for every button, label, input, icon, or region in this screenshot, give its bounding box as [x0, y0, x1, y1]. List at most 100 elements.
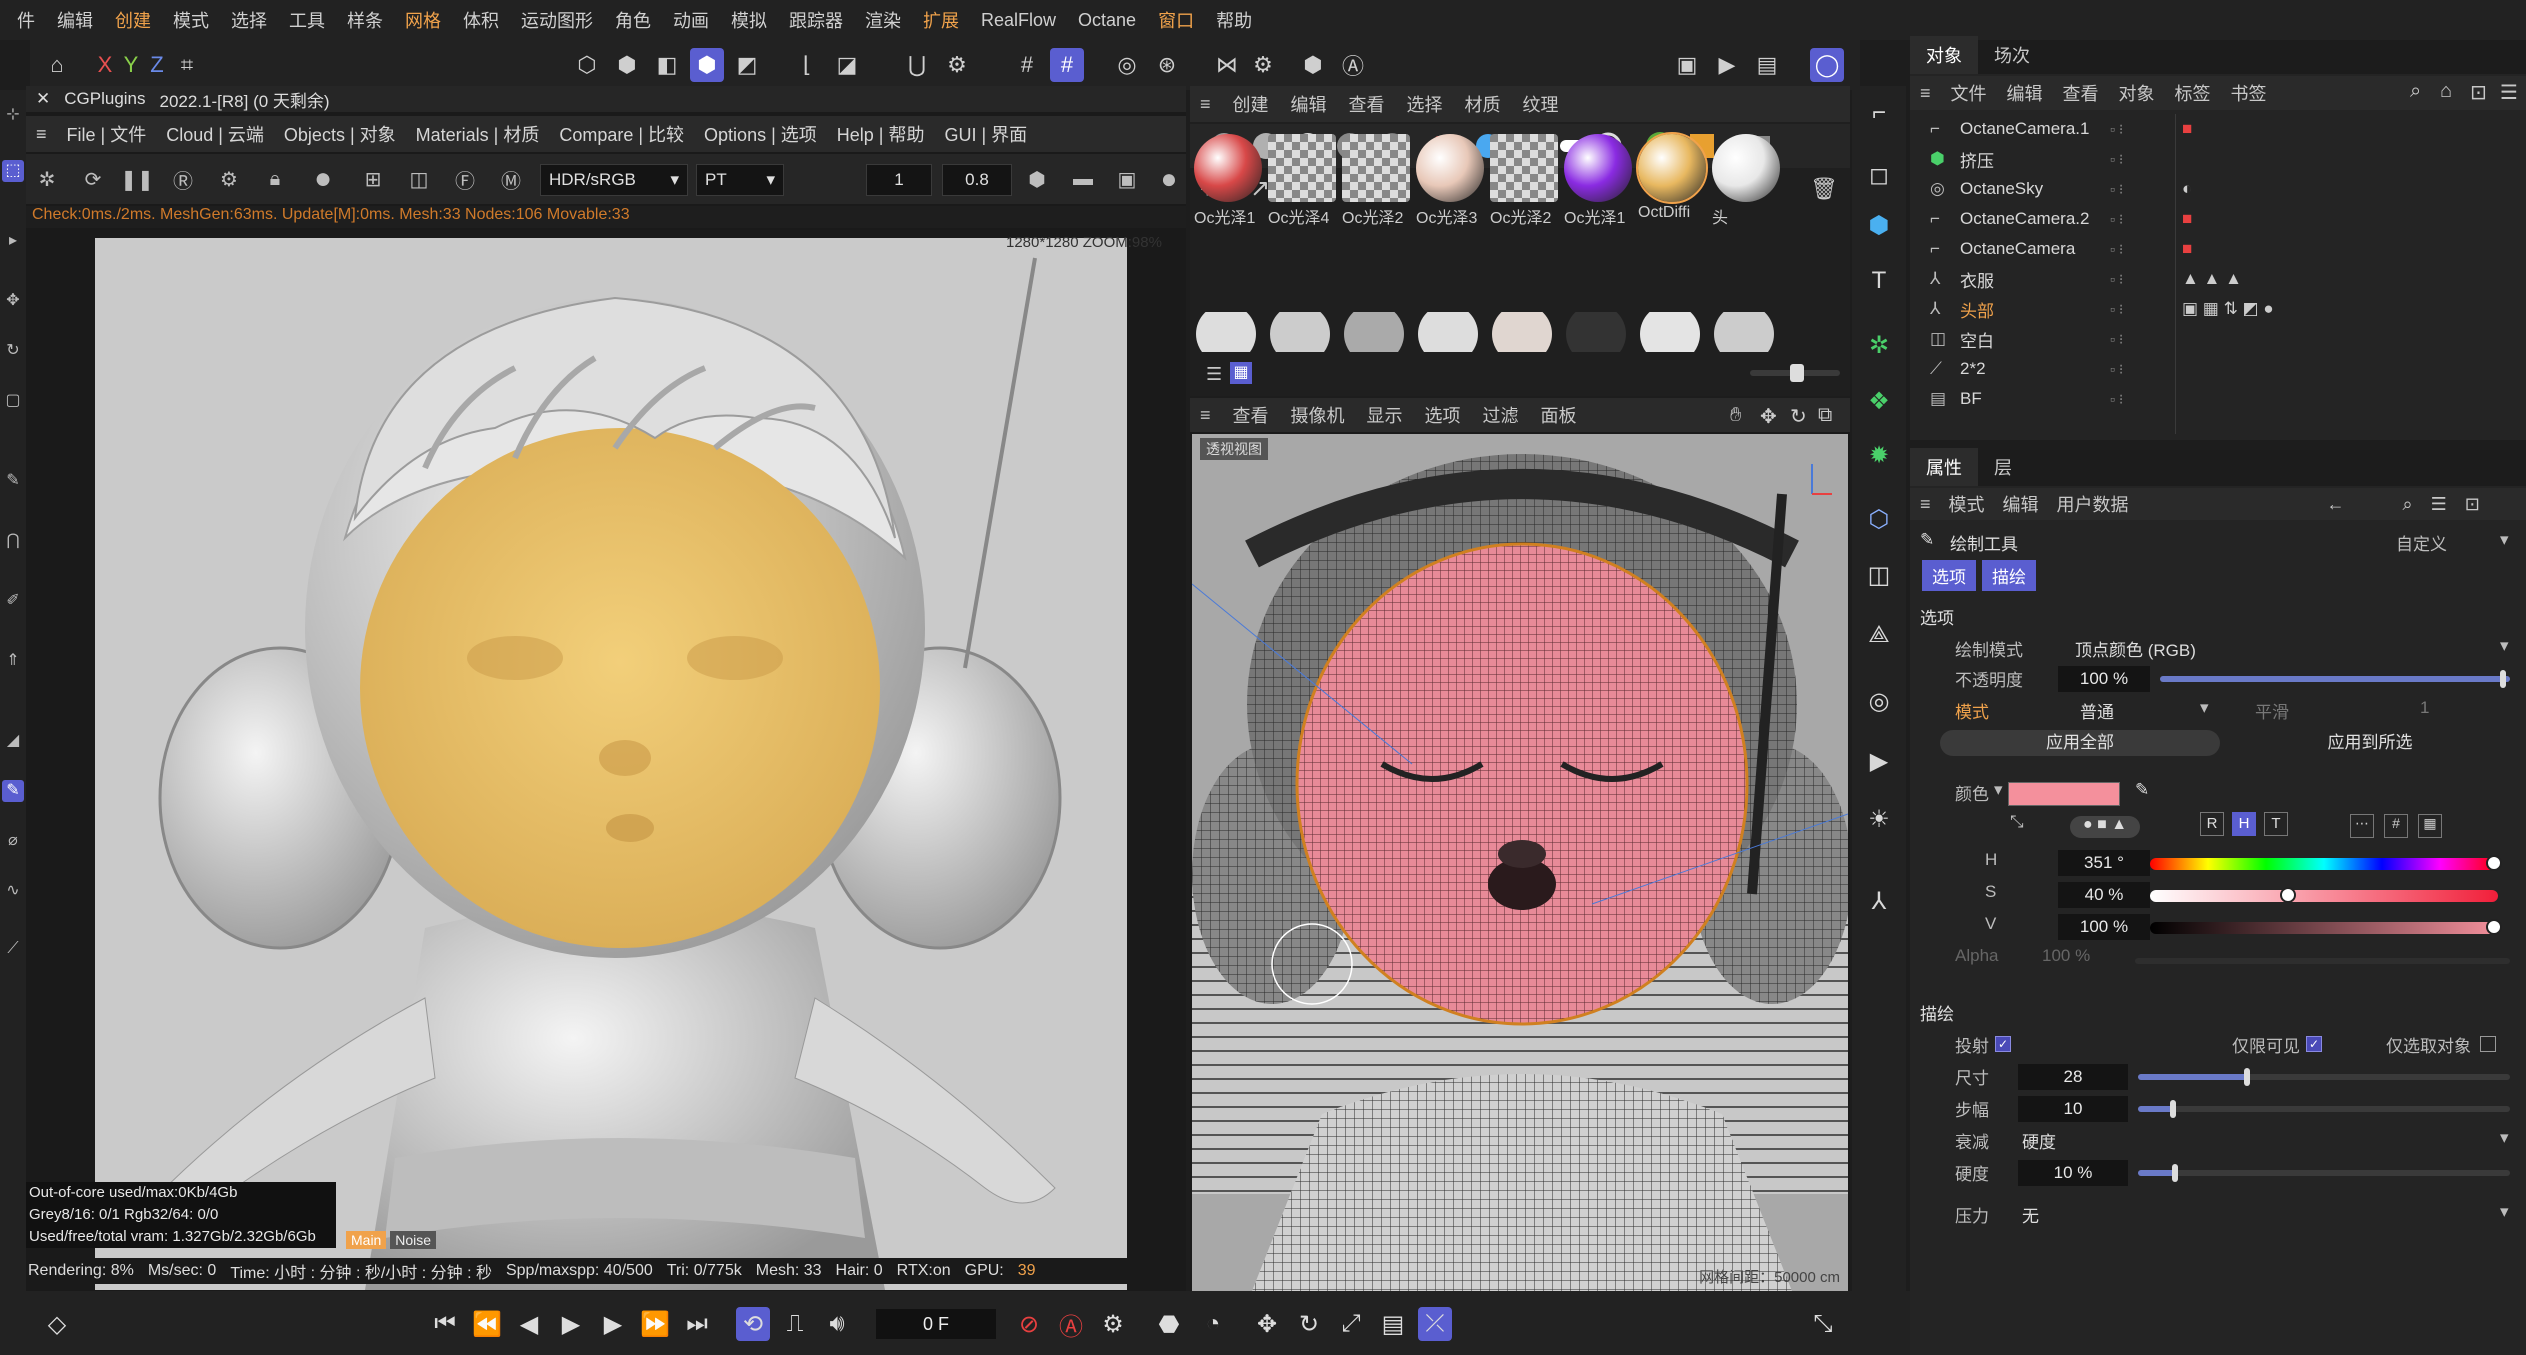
visible-only-checkbox[interactable]: ✓ [2306, 1036, 2322, 1052]
hue-slider[interactable] [2150, 855, 2502, 871]
menu-item[interactable]: 体积 [463, 7, 499, 33]
hardness-input[interactable]: 10 % [2018, 1160, 2128, 1186]
menu-item[interactable]: 帮助 [1216, 7, 1252, 33]
next-key-icon[interactable]: ⏩ [638, 1307, 672, 1341]
tab-main[interactable]: Main [346, 1231, 387, 1249]
play-icon[interactable]: ▶ [554, 1307, 588, 1341]
material-menu-item[interactable]: 创建 [1233, 91, 1269, 117]
texture-mode-icon[interactable]: ◩ [730, 48, 764, 82]
menu-item[interactable]: 动画 [673, 7, 709, 33]
points-mode-icon[interactable]: ⬡ [570, 48, 604, 82]
select-icon[interactable]: ⬚ [2, 160, 24, 182]
material-thumbnail[interactable] [1712, 134, 1780, 202]
live-viewer-menu-item[interactable]: Cloud | 云端 [166, 121, 264, 147]
previous-frame-icon[interactable]: ◀ [512, 1307, 546, 1341]
menu-item[interactable]: Octane [1078, 10, 1136, 31]
sound-icon[interactable]: 🔊︎ [820, 1307, 854, 1341]
swatches-icon[interactable]: ⋯ [2350, 814, 2374, 838]
lock-icon[interactable]: 🔒︎ [258, 162, 292, 196]
object-row[interactable]: ⌐ OctaneCamera ▫ ⁝ ■ [1910, 234, 2526, 264]
list-view-icon[interactable]: ☰ [1206, 364, 1222, 385]
menu-item[interactable]: 工具 [289, 7, 325, 33]
object-tag-icon[interactable]: ■ [2182, 119, 2192, 139]
tab-attributes[interactable]: 属性 [1910, 448, 1978, 486]
weight-icon[interactable]: ⌀ [2, 830, 24, 852]
smooth-icon[interactable]: ∿ [2, 880, 24, 902]
axis-z-toggle[interactable]: Z [140, 48, 174, 82]
tab-objects[interactable]: 对象 [1910, 36, 1978, 74]
generator-icon[interactable]: ✲ [1860, 326, 1898, 364]
menu-mode[interactable]: 模式 [1949, 491, 1985, 517]
visibility-dots-icon[interactable]: ▫ ⁝ [2110, 331, 2123, 348]
material-menu-item[interactable]: 选择 [1407, 91, 1443, 117]
rotation-key-icon[interactable]: ↻ [1292, 1307, 1326, 1341]
opacity-input[interactable]: 100 % [2058, 666, 2150, 692]
hue-input[interactable]: 351 ° [2058, 850, 2150, 876]
region-icon[interactable]: Ⓡ [166, 162, 200, 196]
extrude-icon[interactable]: ⇑ [2, 650, 24, 672]
menu-edit[interactable]: 编辑 [2003, 491, 2039, 517]
material-ball-icon[interactable]: ● [306, 162, 340, 196]
live-viewer-menu-item[interactable]: File | 文件 [67, 121, 147, 147]
lock-icon[interactable]: ⊡ [2470, 80, 2487, 105]
loop-icon[interactable]: ⟲ [736, 1307, 770, 1341]
material-thumbnail[interactable] [1194, 134, 1262, 202]
text-icon[interactable]: T [1860, 262, 1898, 300]
param-key-icon[interactable]: ▤ [1376, 1307, 1410, 1341]
dot-icon[interactable]: ● [1152, 162, 1186, 196]
close-icon[interactable]: ✕ [36, 89, 50, 109]
brush-icon[interactable]: ✐ [2, 590, 24, 612]
hamburger-icon[interactable]: ≡ [1920, 494, 1931, 515]
grid-icon[interactable]: # [1010, 48, 1044, 82]
record-icon[interactable]: ⊘ [1012, 1307, 1046, 1341]
pressure-value[interactable]: 无 [2022, 1202, 2039, 1227]
selected-only-checkbox[interactable] [2480, 1036, 2496, 1052]
live-viewer-menu-item[interactable]: GUI | 界面 [944, 121, 1027, 147]
magnet-icon[interactable]: ⋂ [2, 530, 24, 552]
search-icon[interactable]: ⌕ [2403, 494, 2413, 515]
object-row[interactable]: ◎ OctaneSky ▫ ⁝ ◐ [1910, 174, 2526, 204]
motion-icon[interactable]: ⬣ [1152, 1307, 1186, 1341]
previous-key-icon[interactable]: ⏪ [470, 1307, 504, 1341]
object-menu-item[interactable]: 书签 [2231, 80, 2267, 106]
settings-gear-icon[interactable]: ⚙ [212, 162, 246, 196]
apply-all-button[interactable]: 应用全部 [1940, 730, 2220, 756]
polygons-mode-icon[interactable]: ◧ [650, 48, 684, 82]
layout-switch-icon[interactable]: ⤡ [1806, 1307, 1840, 1341]
home-icon[interactable]: ⌂ [2440, 80, 2452, 103]
viewport-menu-item[interactable]: 选项 [1425, 402, 1461, 428]
material-menu-item[interactable]: 材质 [1465, 91, 1501, 117]
next-frame-icon[interactable]: ▶ [596, 1307, 630, 1341]
visibility-dots-icon[interactable]: ▫ ⁝ [2110, 361, 2123, 378]
object-tag-icon[interactable]: ■ [2182, 239, 2192, 259]
field-icon[interactable]: ◫ [1860, 556, 1898, 594]
menu-item[interactable]: 样条 [347, 7, 383, 33]
eyedropper-icon[interactable]: ✎ [2135, 780, 2149, 800]
viewport-menu-item[interactable]: 面板 [1541, 402, 1577, 428]
visibility-dots-icon[interactable]: ▫ ⁝ [2110, 271, 2123, 288]
live-viewer-menu-item[interactable]: Objects | 对象 [284, 121, 396, 147]
paint-icon[interactable]: ✎ [2, 780, 24, 802]
expand-icon[interactable]: ⤡ [2010, 812, 2024, 832]
menu-item[interactable]: 创建 [115, 7, 151, 33]
apply-selected-button[interactable]: 应用到所选 [2270, 730, 2470, 756]
object-row[interactable]: ⌐ OctaneCamera.1 ▫ ⁝ ■ [1910, 114, 2526, 144]
object-menu-item[interactable]: 标签 [2175, 80, 2211, 106]
menu-item[interactable]: 编辑 [57, 7, 93, 33]
render-picture-viewer-icon[interactable]: ▶ [1710, 48, 1744, 82]
grid-snap-icon[interactable]: # [1050, 48, 1084, 82]
hamburger-icon[interactable]: ≡ [36, 124, 47, 145]
menu-user-data[interactable]: 用户数据 [2057, 491, 2129, 517]
layout-icon[interactable]: ◯ [1810, 48, 1844, 82]
scale-icon[interactable]: ▢ [2, 390, 24, 412]
cloner-icon[interactable]: ❖ [1860, 382, 1898, 420]
maximize-icon[interactable]: ⧉ [1818, 404, 1832, 427]
step-slider[interactable] [2138, 1100, 2510, 1118]
live-viewer-menu-item[interactable]: Help | 帮助 [837, 121, 925, 147]
tab-takes[interactable]: 场次 [1978, 42, 2046, 74]
visibility-dots-icon[interactable]: ▫ ⁝ [2110, 211, 2123, 228]
material-size-slider[interactable] [1750, 364, 1840, 382]
go-to-start-icon[interactable]: ⏮ [428, 1307, 462, 1341]
search-icon[interactable]: ⌕ [2410, 80, 2421, 103]
undo-icon[interactable]: ⌂ [40, 48, 74, 82]
